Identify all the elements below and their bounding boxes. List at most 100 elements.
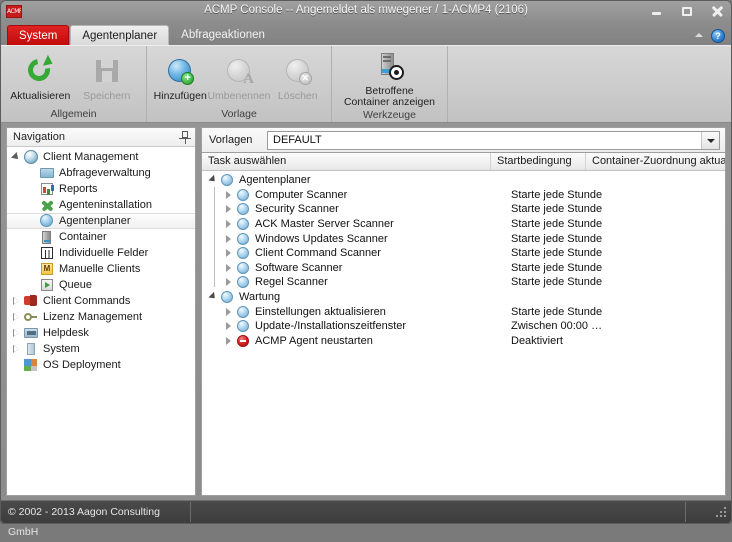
table-row[interactable]: Einstellungen aktualisieren Starte jede S…	[202, 304, 725, 319]
pin-icon[interactable]	[179, 130, 191, 144]
table-row[interactable]: Regel Scanner Starte jede Stunde	[202, 275, 725, 290]
navigation-title: Navigation	[13, 131, 65, 143]
sidebar-item-queue[interactable]: Queue	[7, 277, 195, 293]
sidebar-item-client-management[interactable]: Client Management	[7, 149, 195, 165]
tree-expander-placeholder	[26, 213, 39, 229]
chevron-up-icon[interactable]	[695, 32, 703, 37]
sidebar-item-system[interactable]: System	[7, 341, 195, 357]
tab-agentenplaner[interactable]: Agentenplaner	[70, 25, 170, 45]
table-row[interactable]: ACMP Agent neustarten Deaktiviert	[202, 334, 725, 349]
table-row[interactable]: Wartung	[202, 290, 725, 305]
table-row[interactable]: Security Scanner Starte jede Stunde	[202, 202, 725, 217]
tree-expander-placeholder	[26, 277, 39, 293]
tree-expander-open-icon[interactable]	[10, 149, 23, 165]
tree-expander-closed-icon[interactable]	[222, 334, 236, 348]
manual-clients-icon: M	[39, 262, 55, 276]
delete-button[interactable]: ✕ Löschen	[271, 53, 325, 102]
status-copyright: © 2002 - 2013 Aagon Consulting GmbH	[1, 502, 191, 538]
rename-icon: A	[223, 55, 255, 87]
tree-expander-open-icon[interactable]	[206, 290, 220, 304]
tree-connector-line	[214, 187, 215, 287]
sidebar-item-container[interactable]: Container	[7, 229, 195, 245]
sidebar-item-abfrageverwaltung[interactable]: Abfrageverwaltung	[7, 165, 195, 181]
task-cell: Agentenplaner	[202, 173, 495, 187]
sidebar-item-manuelle-clients[interactable]: M Manuelle Clients	[7, 261, 195, 277]
refresh-icon	[24, 55, 56, 87]
tree-expander-open-icon[interactable]	[206, 173, 220, 187]
table-row[interactable]: Update-/Installationszeitfenster Zwischen…	[202, 319, 725, 334]
maximize-icon[interactable]	[679, 3, 695, 19]
sidebar-item-client-commands[interactable]: Client Commands	[7, 293, 195, 309]
add-button[interactable]: + Hinzufügen	[153, 53, 207, 102]
task-cell: Client Command Scanner	[202, 246, 511, 260]
save-icon	[91, 55, 123, 87]
start-condition-cell: Deaktiviert	[511, 334, 563, 347]
tree-expander-closed-icon[interactable]	[10, 293, 23, 309]
tree-expander-placeholder	[26, 181, 39, 197]
minimize-icon[interactable]	[649, 3, 665, 19]
sidebar-item-label: Helpdesk	[43, 327, 89, 339]
table-row[interactable]: ACK Master Server Scanner Starte jede Stu…	[202, 217, 725, 232]
tree-expander-closed-icon[interactable]	[222, 305, 236, 319]
close-icon[interactable]	[709, 3, 725, 19]
table-row[interactable]: Windows Updates Scanner Starte jede Stund…	[202, 231, 725, 246]
chevron-down-icon[interactable]	[701, 131, 719, 149]
tree-expander-closed-icon[interactable]	[222, 202, 236, 216]
tree-expander-closed-icon[interactable]	[222, 246, 236, 260]
refresh-button[interactable]: Aktualisieren	[7, 53, 74, 102]
sidebar-item-label: Queue	[59, 279, 93, 291]
start-condition-cell: Starte jede Stunde	[511, 305, 603, 318]
tree-expander-closed-icon[interactable]	[222, 319, 236, 333]
task-name: Security Scanner	[255, 203, 339, 216]
sphere-icon	[236, 305, 251, 319]
start-condition-cell: Zwischen 00:00 u...	[511, 320, 606, 333]
tree-expander-closed-icon[interactable]	[10, 341, 23, 357]
tab-abfrageaktionen[interactable]: Abfrageaktionen	[170, 25, 276, 45]
tree-expander-closed-icon[interactable]	[222, 232, 236, 246]
column-header-task[interactable]: Task auswählen	[202, 153, 491, 170]
column-header-startbedingung[interactable]: Startbedingung	[491, 153, 586, 170]
tree-expander-closed-icon[interactable]	[222, 217, 236, 231]
task-name: Agentenplaner	[239, 174, 311, 187]
client-commands-icon	[23, 294, 39, 308]
tree-expander-closed-icon[interactable]	[10, 309, 23, 325]
task-cell: Regel Scanner	[202, 275, 511, 289]
deny-icon	[236, 334, 251, 348]
table-row[interactable]: Computer Scanner Starte jede Stunde	[202, 188, 725, 203]
resize-grip-icon[interactable]	[716, 507, 728, 519]
tree-expander-closed-icon[interactable]	[222, 261, 236, 275]
tree-expander-closed-icon[interactable]	[10, 325, 23, 341]
sidebar-item-label: Reports	[59, 183, 98, 195]
column-header-container-zuordnung[interactable]: Container-Zuordnung aktualisieren	[586, 153, 725, 170]
task-name: Computer Scanner	[255, 188, 348, 201]
sphere-icon	[236, 202, 251, 216]
template-combobox[interactable]: DEFAULT	[267, 130, 720, 150]
sidebar-item-agentenplaner[interactable]: Agentenplaner	[7, 213, 195, 229]
tree-expander-placeholder	[26, 261, 39, 277]
rename-button-label: Umbenennen	[207, 90, 271, 102]
show-affected-containers-button[interactable]: Betroffene Container anzeigen	[342, 48, 438, 108]
sidebar-item-label: Client Commands	[43, 295, 131, 307]
sidebar-item-label: Agenteninstallation	[59, 199, 152, 211]
tree-expander-closed-icon[interactable]	[222, 188, 236, 202]
table-row[interactable]: Software Scanner Starte jede Stunde	[202, 261, 725, 276]
sidebar-item-lizenz-management[interactable]: Lizenz Management	[7, 309, 195, 325]
install-icon	[39, 198, 55, 212]
sidebar-item-agenteninstallation[interactable]: Agenteninstallation	[7, 197, 195, 213]
refresh-button-label: Aktualisieren	[10, 90, 71, 102]
sidebar-item-reports[interactable]: Reports	[7, 181, 195, 197]
save-button[interactable]: Speichern	[74, 53, 141, 102]
tree-expander-closed-icon[interactable]	[222, 275, 236, 289]
sidebar-item-os-deployment[interactable]: OS Deployment	[7, 357, 195, 373]
rename-button[interactable]: A Umbenennen	[207, 53, 271, 102]
tab-system[interactable]: System	[7, 25, 70, 45]
table-row[interactable]: Client Command Scanner Starte jede Stunde	[202, 246, 725, 261]
sidebar-item-individuelle-felder[interactable]: Individuelle Felder	[7, 245, 195, 261]
help-icon[interactable]: ?	[711, 29, 725, 43]
task-cell: ACMP Agent neustarten	[202, 334, 511, 348]
start-condition-cell: Starte jede Stunde	[511, 276, 603, 289]
table-row[interactable]: Agentenplaner	[202, 173, 725, 188]
sidebar-item-helpdesk[interactable]: Helpdesk	[7, 325, 195, 341]
ribbon-group-label-vorlage: Vorlage	[221, 108, 257, 120]
os-deployment-icon	[23, 358, 39, 372]
